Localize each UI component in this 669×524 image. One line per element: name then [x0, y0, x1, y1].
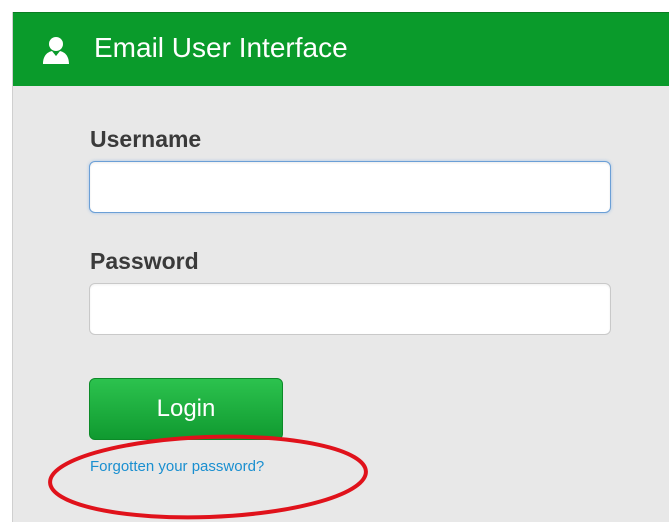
login-button[interactable]: Login — [89, 378, 283, 440]
panel-header: Email User Interface — [13, 12, 669, 86]
login-panel: Email User Interface Username Password L… — [12, 12, 669, 522]
red-circle-annotation — [48, 434, 368, 520]
forgot-password-link[interactable]: Forgotten your password? — [90, 458, 264, 475]
password-input[interactable] — [89, 283, 611, 335]
password-label: Password — [90, 248, 199, 274]
header-title: Email User Interface — [94, 32, 348, 63]
user-icon — [43, 37, 69, 64]
username-label: Username — [90, 126, 202, 152]
username-input[interactable] — [89, 161, 611, 213]
